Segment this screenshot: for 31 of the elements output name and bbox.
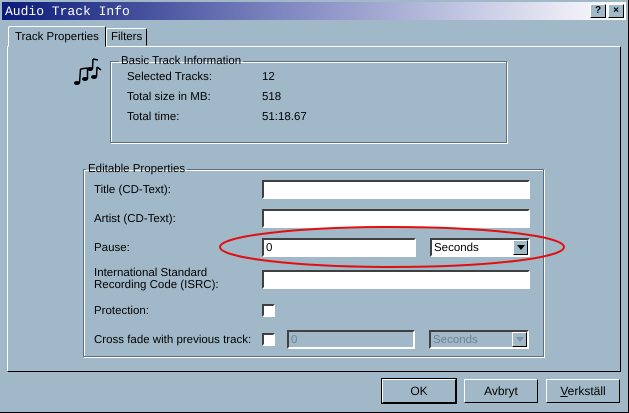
dialog-button[interactable]: Verkställ — [546, 379, 620, 403]
text-field[interactable] — [262, 209, 530, 228]
field-label: Protection: — [94, 304, 150, 316]
dialog-button[interactable]: OK — [382, 379, 456, 403]
dropdown-arrow-icon — [516, 245, 524, 250]
field-label: Pause: — [94, 242, 131, 254]
info-label: Total size in MB: — [127, 91, 212, 103]
music-notes-icon — [72, 57, 102, 87]
info-value: 518 — [262, 91, 282, 103]
field-label: Artist (CD-Text): — [94, 212, 177, 224]
dropdown-arrow-icon — [516, 337, 524, 342]
checkbox[interactable] — [262, 304, 275, 317]
info-label: Total time: — [127, 111, 180, 123]
field-label: International Standard Recording Code (ISRC): — [94, 267, 220, 291]
info-label: Selected Tracks: — [127, 71, 214, 83]
info-value: 12 — [262, 71, 275, 83]
tab[interactable]: Filters — [106, 28, 148, 46]
help-button[interactable]: ? — [590, 4, 606, 18]
field-label: Cross fade with previous track: — [94, 334, 252, 346]
text-field[interactable] — [262, 180, 530, 199]
info-value: 51:18.67 — [262, 111, 307, 123]
group-title: Editable Properties — [87, 163, 186, 175]
close-button[interactable]: × — [608, 4, 624, 18]
unit-dropdown[interactable]: Seconds — [430, 238, 530, 257]
field-label: Title (CD-Text): — [94, 184, 172, 196]
dialog-button[interactable]: Avbryt — [464, 379, 538, 403]
tab[interactable]: Track Properties — [8, 26, 106, 47]
duration-field[interactable]: 0 — [262, 238, 416, 257]
window-title: Audio Track Info — [5, 4, 130, 18]
text-field[interactable] — [262, 270, 530, 288]
group-title: Basic Track Information — [120, 55, 242, 67]
